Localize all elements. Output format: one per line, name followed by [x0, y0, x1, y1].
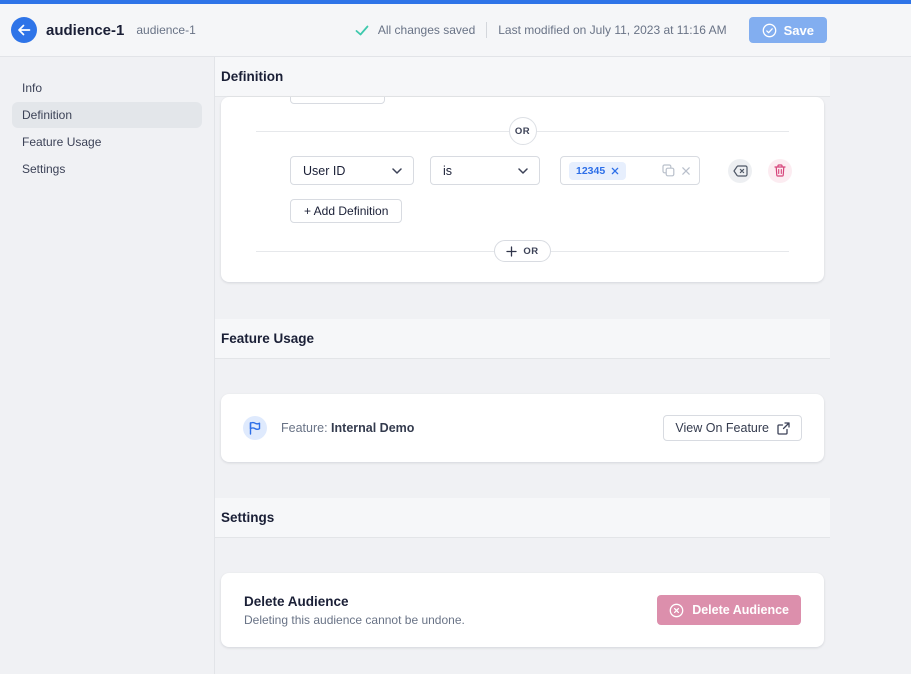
section-title: Settings [221, 510, 274, 525]
chevron-down-icon [392, 168, 402, 174]
save-button-label: Save [784, 23, 814, 38]
or-add-divider: OR [256, 237, 789, 265]
save-status-text: All changes saved [378, 23, 475, 37]
section-title: Definition [221, 69, 283, 84]
back-button[interactable] [11, 17, 37, 43]
section-title: Feature Usage [221, 331, 314, 346]
feature-label: Feature: [281, 421, 328, 435]
sidebar-item-feature-usage[interactable]: Feature Usage [12, 129, 202, 155]
definition-section-header: Definition [215, 57, 830, 97]
value-tag: 12345 [569, 162, 626, 180]
sidebar-item-label: Feature Usage [22, 135, 101, 149]
or-label: OR [515, 126, 530, 137]
plus-icon [506, 246, 517, 257]
field-select[interactable]: User ID [290, 156, 414, 185]
main-content: Definition OR User ID is [215, 57, 830, 674]
flag-icon [248, 421, 262, 435]
last-modified-text: Last modified on July 11, 2023 at 11:16 … [498, 23, 726, 37]
check-icon [355, 25, 369, 36]
save-button[interactable]: Save [749, 17, 827, 43]
definition-card: OR User ID is 12345 [221, 97, 824, 282]
external-link-icon [777, 422, 790, 435]
top-header-bar: audience-1 audience-1 All changes saved … [0, 4, 911, 57]
delete-audience-title: Delete Audience [244, 594, 465, 609]
clear-value-icon[interactable] [681, 166, 691, 176]
delete-condition-button[interactable] [768, 159, 792, 183]
or-add-label: OR [523, 246, 538, 257]
add-or-group-button[interactable]: OR [494, 240, 550, 262]
copy-icon[interactable] [662, 164, 675, 177]
sidebar-item-label: Definition [22, 108, 72, 122]
or-label-pill: OR [509, 117, 537, 145]
trash-icon [774, 164, 786, 177]
feature-text: Feature: Internal Demo [281, 421, 414, 435]
view-on-feature-button[interactable]: View On Feature [663, 415, 802, 441]
condition-row: User ID is 12345 [290, 156, 804, 185]
feature-usage-card: Feature: Internal Demo View On Feature [221, 394, 824, 462]
value-tag-text: 12345 [576, 165, 605, 177]
circle-check-icon [762, 23, 777, 38]
save-status: All changes saved [355, 23, 475, 37]
back-arrow-icon [17, 24, 31, 36]
operator-select[interactable]: is [430, 156, 540, 185]
scrolled-cutoff-button[interactable] [290, 97, 385, 104]
add-definition-label: + Add Definition [304, 204, 388, 218]
or-divider: OR [256, 117, 789, 145]
settings-card: Delete Audience Deleting this audience c… [221, 573, 824, 647]
sidebar-item-label: Settings [22, 162, 65, 176]
sidebar-item-settings[interactable]: Settings [12, 156, 202, 182]
feature-usage-section-header: Feature Usage [215, 319, 830, 359]
delete-audience-text: Delete Audience Deleting this audience c… [244, 594, 465, 627]
page-title: audience-1 [46, 22, 124, 39]
sidebar-item-info[interactable]: Info [12, 75, 202, 101]
delete-audience-button[interactable]: Delete Audience [657, 595, 801, 625]
clear-condition-button[interactable] [728, 159, 752, 183]
sidebar-item-label: Info [22, 81, 42, 95]
circle-x-icon [669, 603, 684, 618]
sidebar-item-definition[interactable]: Definition [12, 102, 202, 128]
field-select-value: User ID [303, 164, 345, 178]
tag-remove-icon[interactable] [611, 167, 619, 175]
value-input[interactable]: 12345 [560, 156, 700, 185]
feature-name: Internal Demo [331, 421, 414, 435]
backspace-icon [733, 165, 748, 177]
chevron-down-icon [518, 168, 528, 174]
feature-flag-badge [243, 416, 267, 440]
delete-audience-button-label: Delete Audience [692, 603, 789, 617]
view-on-feature-label: View On Feature [675, 421, 769, 435]
page-subtitle: audience-1 [136, 23, 195, 37]
operator-select-value: is [443, 164, 452, 178]
sidebar: Info Definition Feature Usage Settings [0, 57, 215, 674]
delete-audience-description: Deleting this audience cannot be undone. [244, 613, 465, 627]
settings-section-header: Settings [215, 498, 830, 538]
header-divider [486, 22, 487, 38]
add-definition-button[interactable]: + Add Definition [290, 199, 402, 223]
